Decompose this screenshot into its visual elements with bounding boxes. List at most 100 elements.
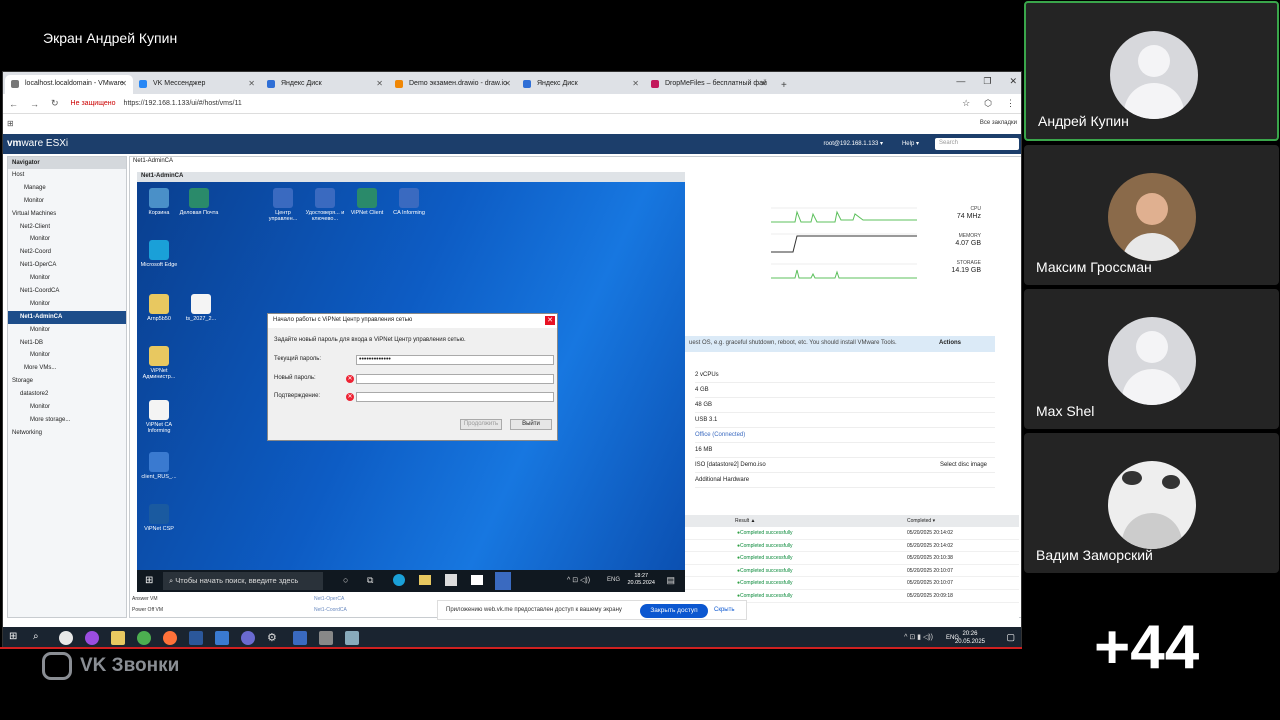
desktop-icon[interactable]: ts_2027_2... — [179, 294, 223, 322]
tray-icons[interactable]: ^ ⊡ ◁)) — [567, 576, 590, 584]
cortana-icon[interactable]: ○ — [343, 575, 348, 585]
navigator-item[interactable]: Host — [8, 169, 126, 182]
tab-drawio[interactable]: Demo экзамен.drawio - draw.io ✕ — [389, 75, 517, 94]
task-target[interactable]: Net1-OperCA — [314, 596, 344, 602]
close-tab-icon[interactable]: ✕ — [504, 79, 511, 88]
forward-icon[interactable]: → — [30, 99, 39, 109]
navigator-item[interactable]: Monitor — [8, 233, 126, 246]
desktop-icon[interactable]: Центр управлен... — [261, 188, 305, 222]
explorer-icon[interactable] — [419, 575, 431, 585]
hide-link[interactable]: Скрыть — [714, 607, 734, 613]
navigator-item[interactable]: More VMs... — [8, 362, 126, 375]
participant-tile[interactable]: Максим Гроссман — [1024, 145, 1279, 285]
tab-dropmefiles[interactable]: DropMeFiles – бесплатный фай ✕ — [645, 75, 773, 94]
current-password-input[interactable]: ••••••••••••• — [356, 355, 554, 365]
desktop-icon[interactable]: Arnp5b50 — [137, 294, 181, 322]
help-menu[interactable]: Help ▾ — [902, 140, 919, 147]
reload-icon[interactable]: ↻ — [51, 98, 59, 109]
esxi-search-input[interactable]: Search — [935, 138, 1019, 150]
menu-icon[interactable]: ⋮ — [1006, 98, 1015, 109]
tab-yandex-disk-2[interactable]: Яндекс Диск ✕ — [517, 75, 645, 94]
exit-button[interactable]: Выйти — [510, 419, 552, 430]
not-secure-badge[interactable]: Не защищено — [71, 100, 116, 107]
navigator-item[interactable]: Virtual Machines — [8, 208, 126, 221]
yandex-browser-icon[interactable] — [59, 631, 73, 645]
minimize-icon[interactable]: — — [956, 76, 965, 87]
navigator-item[interactable]: Net1-AdminCA — [8, 310, 126, 324]
vipnet-taskbar-icon[interactable] — [495, 572, 511, 590]
navigator-item[interactable]: Net2-Client — [8, 221, 126, 234]
calculator-icon[interactable] — [319, 631, 333, 645]
desktop-icon[interactable]: Корзина — [137, 188, 181, 216]
desktop-icon[interactable]: client_RUS_... — [137, 452, 181, 480]
close-window-icon[interactable]: ✕ — [1009, 76, 1017, 87]
app-icon[interactable] — [293, 631, 307, 645]
desktop-icon[interactable]: ViPNet CA Informing — [137, 400, 181, 434]
close-tab-icon[interactable]: ✕ — [632, 79, 639, 88]
continue-button[interactable]: Продолжить — [460, 419, 502, 430]
desktop-icon[interactable]: Деловая Почта — [177, 188, 221, 216]
app-icon[interactable] — [345, 631, 359, 645]
confirm-password-input[interactable] — [356, 392, 554, 402]
user-menu[interactable]: root@192.168.1.133 ▾ — [824, 140, 883, 147]
desktop-icon[interactable]: CA Informing — [387, 188, 431, 216]
tab-yandex-disk[interactable]: Яндекс Диск ✕ — [261, 75, 389, 94]
word-icon[interactable] — [189, 631, 203, 645]
search-icon[interactable]: ⌕ — [33, 631, 47, 645]
explorer-icon[interactable] — [111, 631, 125, 645]
navigator-item[interactable]: Manage — [8, 182, 126, 195]
app-icon[interactable] — [215, 631, 229, 645]
navigator-item[interactable]: Monitor — [8, 195, 126, 208]
windows-start-icon[interactable]: ⊞ — [9, 631, 23, 645]
navigator-item[interactable]: Net1-CoordCA — [8, 285, 126, 298]
navigator-item[interactable]: Monitor — [8, 349, 126, 362]
bookmark-star-icon[interactable]: ☆ — [962, 98, 970, 109]
tray-icons[interactable]: ^ ⊡ ▮ ◁)) — [904, 633, 933, 641]
guest-search-box[interactable]: ⌕ Чтобы начать поиск, введите здесь — [163, 572, 323, 590]
task-target[interactable]: Net1-CoordCA — [314, 607, 347, 613]
chrome-icon[interactable] — [137, 631, 151, 645]
close-tab-icon[interactable]: ✕ — [376, 79, 383, 88]
mail-icon[interactable] — [471, 575, 483, 585]
result-column-header[interactable]: Result ▲ — [735, 515, 756, 527]
notifications-icon[interactable]: ▢ — [1006, 632, 1015, 643]
close-tab-icon[interactable]: ✕ — [760, 79, 767, 88]
extensions-icon[interactable]: ⬡ — [984, 98, 992, 109]
all-bookmarks-link[interactable]: Все закладки — [980, 120, 1017, 126]
notifications-icon[interactable]: ▤ — [666, 575, 675, 586]
close-tab-icon[interactable]: ✕ — [248, 79, 255, 88]
stop-sharing-button[interactable]: Закрыть доступ — [640, 604, 708, 618]
select-disc-image-button[interactable]: Select disc image — [940, 458, 987, 473]
tab-vk-messenger[interactable]: VK Мессенджер ✕ — [133, 75, 261, 94]
maximize-icon[interactable]: ❐ — [983, 76, 991, 87]
tab-vmware[interactable]: localhost.localdomain - VMware ✕ — [5, 75, 133, 94]
apps-grid-icon[interactable]: ⊞ — [7, 119, 14, 128]
navigator-item[interactable]: Monitor — [8, 324, 126, 337]
navigator-item[interactable]: Net1-DB — [8, 337, 126, 350]
participant-tile[interactable]: Вадим Заморский — [1024, 433, 1279, 573]
desktop-icon[interactable]: Microsoft Edge — [137, 240, 181, 268]
navigator-item[interactable]: datastore2 — [8, 388, 126, 401]
url-field[interactable]: https://192.168.1.133/ui/#/host/vms/11 — [124, 100, 242, 107]
desktop-icon[interactable]: ViPNet Client — [345, 188, 389, 216]
desktop-icon[interactable]: ViPNet Администр... — [137, 346, 181, 380]
new-tab-icon[interactable]: + — [773, 80, 795, 94]
edge-icon[interactable] — [393, 574, 405, 586]
task-view-icon[interactable]: ⧉ — [367, 575, 373, 586]
settings-gear-icon[interactable]: ⚙ — [267, 631, 281, 645]
navigator-item[interactable]: Net2-Coord — [8, 246, 126, 259]
desktop-icon[interactable]: ViPNet CSP — [137, 504, 181, 532]
navigator-item[interactable]: Net1-OperCA — [8, 259, 126, 272]
navigator-item[interactable]: Monitor — [8, 298, 126, 311]
store-icon[interactable] — [445, 574, 457, 586]
app-icon[interactable] — [241, 631, 255, 645]
windows-start-icon[interactable]: ⊞ — [145, 575, 153, 586]
navigator-item[interactable]: Storage — [8, 375, 126, 388]
desktop-icon[interactable]: Удостоверя... и ключево... — [303, 188, 347, 222]
close-tab-icon[interactable]: ✕ — [120, 79, 127, 88]
new-password-input[interactable] — [356, 374, 554, 384]
completed-column-header[interactable]: Completed ▾ — [907, 515, 935, 527]
more-participants-count[interactable]: +44 — [1094, 612, 1199, 683]
participant-tile[interactable]: Андрей Купин — [1024, 1, 1279, 141]
navigator-item[interactable]: Monitor — [8, 272, 126, 285]
